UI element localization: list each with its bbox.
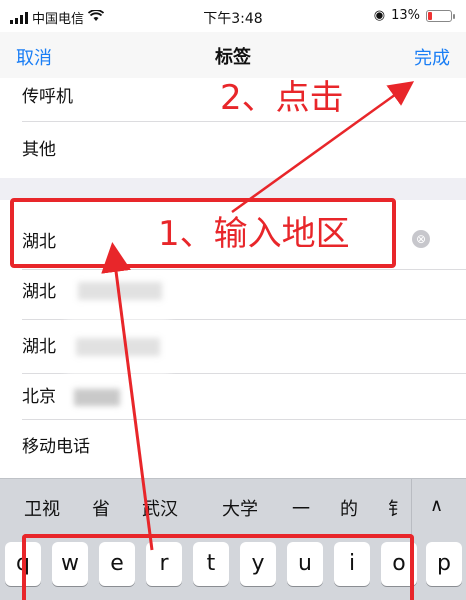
arrow-to-done	[231, 81, 415, 214]
annotation-arrows	[101, 81, 415, 551]
arrow-to-input	[101, 242, 154, 551]
